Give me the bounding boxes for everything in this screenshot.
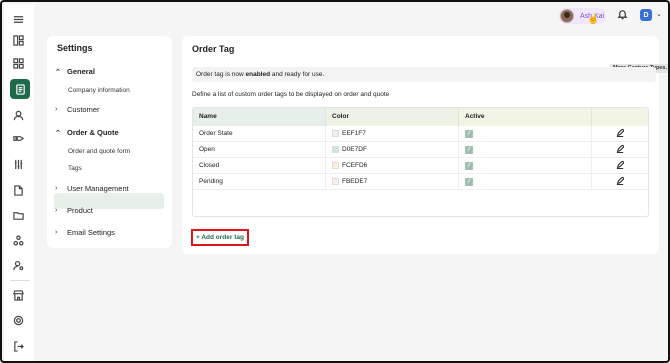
tag-color: EEF1F7 [326,125,459,142]
section-order-quote[interactable]: ⌃ Order & Quote [55,128,119,137]
account-badge[interactable]: D [640,9,652,21]
edit-icon[interactable] [616,159,625,171]
color-swatch [332,146,339,153]
gear-icon[interactable] [11,313,25,327]
section-product[interactable]: › Product [55,206,93,215]
table-header: Name Color Active [193,108,648,126]
tag-name: Pending [193,173,326,190]
section-user-management[interactable]: › User Management [55,184,129,193]
orders-icon[interactable] [10,79,30,99]
color-swatch [332,130,339,137]
edit-button[interactable] [592,158,648,174]
chevron-right-icon: › [55,185,58,192]
tag-color: FBEDE7 [326,173,459,190]
sidebar-item-order-quote-form[interactable]: Order and quote form [68,148,130,155]
section-customer[interactable]: › Customer [55,105,100,114]
tag-active: ✓ [459,141,592,158]
sliders-icon[interactable] [11,157,25,171]
edit-icon[interactable] [616,127,625,139]
folder-icon[interactable] [11,208,25,222]
description-text: Define a list of custom order tags to be… [192,91,390,98]
table-row: Pending FBEDE7 ✓ [193,173,648,190]
grid-icon[interactable] [11,56,25,70]
tag-name: Order State [193,125,326,142]
avatar [560,9,574,23]
tag-color: D0E7DF [326,141,459,158]
column-actions [592,108,648,126]
order-tag-table: Name Color Active Order State EEF1F7 ✓ O… [192,107,649,217]
mouse-cursor-icon: ☝ [587,14,600,25]
user-icon[interactable] [11,108,25,122]
chevron-down-icon[interactable]: ⌄ [656,10,662,18]
column-name: Name [193,108,326,126]
edit-icon[interactable] [616,175,625,187]
tag-active: ✓ [459,173,592,190]
active-checkbox[interactable]: ✓ [465,177,473,186]
chevron-right-icon: › [55,207,58,214]
edit-button[interactable] [592,174,648,190]
chevron-up-icon: ⌃ [55,129,61,137]
section-email-settings[interactable]: › Email Settings [55,228,115,237]
chevron-right-icon: › [55,229,58,236]
chevron-up-icon: ⌃ [55,68,61,76]
layout-icon[interactable] [11,33,25,47]
settings-title: Settings [57,43,93,53]
sidebar-item-company-information[interactable]: Company information [68,87,130,94]
user-settings-icon[interactable] [11,258,25,272]
bell-icon[interactable] [617,9,629,21]
color-swatch [332,178,339,185]
settings-sidebar: Settings ⌃ General Company information ›… [47,36,172,248]
tag-icon[interactable] [11,131,25,145]
active-checkbox[interactable]: ✓ [465,129,473,138]
active-checkbox[interactable]: ✓ [465,161,473,170]
edit-button[interactable] [592,142,648,158]
tag-color: FCEFD6 [326,157,459,174]
add-order-tag-button[interactable]: + Add order tag [191,229,249,246]
table-row: Order State EEF1F7 ✓ [193,125,648,142]
tag-name: Closed [193,157,326,174]
app-window: Ash Kai ☝ D ⌄ Settings ⌃ General Company… [0,0,670,363]
color-swatch [332,162,339,169]
column-color: Color [326,108,459,126]
logout-icon[interactable] [11,339,25,353]
tag-active: ✓ [459,125,592,142]
menu-icon[interactable] [11,12,25,26]
order-tag-panel: Order Tag More Capture Types. Order tag … [182,36,668,254]
network-icon[interactable] [11,233,25,247]
nav-rail [4,4,34,361]
table-row: Open D0E7DF ✓ [193,141,648,158]
active-checkbox[interactable]: ✓ [465,145,473,154]
store-icon[interactable] [11,288,25,302]
status-notice: Order tag is now enabled and ready for u… [192,67,656,82]
tag-name: Open [193,141,326,158]
table-row: Closed FCEFD6 ✓ [193,157,648,174]
rail-divider [10,280,30,281]
section-general[interactable]: ⌃ General [55,67,95,76]
edit-button[interactable] [592,126,648,142]
page-title: Order Tag [192,44,235,54]
tag-active: ✓ [459,157,592,174]
document-icon[interactable] [11,183,25,197]
sidebar-item-tags-label[interactable]: Tags [68,165,82,172]
edit-icon[interactable] [616,143,625,155]
chevron-right-icon: › [55,106,58,113]
column-active: Active [459,108,592,126]
status-text: enabled [245,71,271,78]
